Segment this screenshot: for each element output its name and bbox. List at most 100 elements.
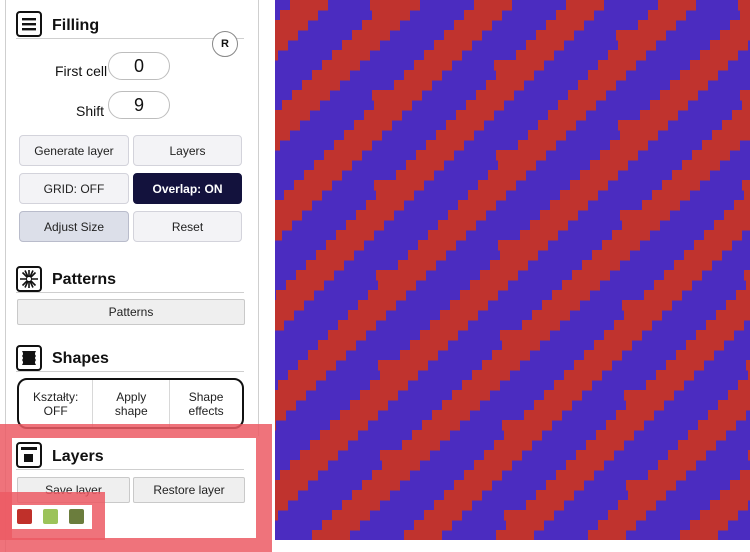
- stripe-segment: [288, 370, 326, 381]
- stripe-segment: [290, 0, 328, 11]
- stripe-segment: [382, 460, 420, 471]
- stripe-segment: [716, 310, 750, 321]
- stripe-segment: [370, 380, 408, 391]
- stripe-segment: [275, 500, 288, 511]
- stripe-segment: [738, 380, 750, 391]
- stripe-segment: [316, 250, 354, 261]
- stripe-segment: [746, 280, 750, 291]
- stripe-segment: [275, 110, 310, 121]
- stripe-segment: [592, 250, 630, 261]
- stripe-segment: [546, 480, 584, 491]
- stripe-segment: [426, 140, 464, 151]
- sidebar-right-border: [258, 0, 259, 436]
- stripe-segment: [275, 40, 288, 51]
- shift-input[interactable]: 9: [108, 91, 170, 119]
- stripe-segment: [275, 200, 312, 211]
- stripe-segment: [498, 240, 548, 251]
- layers-button[interactable]: Layers: [133, 135, 242, 166]
- stripe-segment: [536, 30, 574, 41]
- stripe-segment: [658, 0, 696, 11]
- stripe-segment: [730, 480, 750, 491]
- stripe-segment: [460, 290, 498, 301]
- stripe-segment: [548, 110, 586, 121]
- reset-circle-button[interactable]: R: [212, 31, 238, 57]
- stripe-segment: [674, 260, 712, 271]
- stripe-segment: [472, 370, 510, 381]
- stripe-segment: [450, 300, 488, 311]
- stripe-segment: [464, 10, 502, 21]
- stripe-segment: [500, 330, 550, 341]
- grid-toggle-button[interactable]: GRID: OFF: [19, 173, 129, 204]
- ksztalty-toggle-button[interactable]: Kształty: OFF: [19, 380, 94, 427]
- stripe-segment: [412, 430, 450, 441]
- stripe-segment: [606, 420, 644, 431]
- stripe-segment: [714, 220, 750, 231]
- stripe-segment: [686, 340, 724, 351]
- stripe-segment: [446, 120, 484, 131]
- stripe-segment: [474, 460, 512, 471]
- stripe-segment: [558, 100, 596, 111]
- stripe-segment: [402, 440, 440, 451]
- stripe-segment: [650, 100, 688, 111]
- patterns-button[interactable]: Patterns: [17, 299, 245, 325]
- stripe-segment: [742, 100, 750, 111]
- stripe-segment: [294, 180, 332, 191]
- stripe-segment: [458, 200, 496, 211]
- restore-layer-button[interactable]: Restore layer: [133, 477, 245, 503]
- overlap-toggle-button[interactable]: Overlap: ON: [133, 173, 242, 204]
- stripe-segment: [532, 310, 570, 321]
- stripe-segment: [368, 290, 406, 301]
- stripe-segment: [652, 190, 690, 201]
- color-swatch-olive[interactable]: [69, 509, 84, 524]
- stripe-segment: [284, 190, 322, 201]
- stripe-segment: [678, 440, 716, 451]
- stripe-segment: [494, 440, 532, 451]
- color-swatch-red[interactable]: [17, 509, 32, 524]
- stripe-segment: [276, 290, 314, 301]
- stripe-segment: [275, 510, 278, 521]
- stripe-segment: [275, 20, 308, 31]
- stripe-segment: [352, 490, 390, 501]
- stripe-segment: [478, 180, 516, 191]
- sidebar-left-border: [5, 0, 6, 552]
- shape-effects-button[interactable]: Shape effects: [170, 380, 242, 427]
- stripe-segment: [648, 470, 686, 481]
- stripe-segment: [712, 130, 750, 141]
- save-layer-button[interactable]: Save layer: [17, 477, 130, 503]
- stripe-segment: [710, 40, 748, 51]
- first-cell-input[interactable]: 0: [108, 52, 170, 80]
- color-swatch-green[interactable]: [43, 509, 58, 524]
- stripe-segment: [566, 0, 604, 11]
- stripe-segment: [372, 90, 422, 101]
- stripe-segment: [300, 450, 338, 461]
- stripe-segment: [464, 470, 502, 481]
- stripe-segment: [736, 290, 750, 301]
- stripe-segment: [275, 210, 302, 221]
- stripe-segment: [275, 490, 298, 501]
- stripe-segment: [438, 220, 476, 231]
- generate-layer-button[interactable]: Generate layer: [19, 135, 129, 166]
- stripe-segment: [738, 0, 750, 11]
- stripe-segment: [314, 160, 352, 171]
- stripe-segment: [622, 300, 672, 311]
- stripe-segment: [522, 320, 560, 331]
- stripe-segment: [618, 500, 656, 511]
- stripe-segment: [524, 410, 562, 421]
- reset-button[interactable]: Reset: [133, 211, 242, 242]
- apply-shape-button[interactable]: Apply shape: [93, 380, 171, 427]
- stripe-segment: [404, 70, 442, 81]
- stripe-segment: [500, 250, 538, 261]
- adjust-size-button[interactable]: Adjust Size: [19, 211, 129, 242]
- pattern-svg: [275, 0, 750, 540]
- shift-label: Shift: [76, 103, 105, 119]
- stripe-segment: [282, 100, 320, 111]
- layers-divider: [16, 469, 244, 470]
- stripe-segment: [404, 530, 442, 540]
- pattern-canvas[interactable]: [275, 0, 750, 540]
- stripe-segment: [556, 10, 594, 21]
- stripe-segment: [354, 120, 392, 131]
- stripe-segment: [372, 470, 410, 481]
- stripe-segment: [348, 310, 386, 321]
- shapes-divider: [16, 371, 244, 372]
- stripe-segment: [598, 520, 636, 531]
